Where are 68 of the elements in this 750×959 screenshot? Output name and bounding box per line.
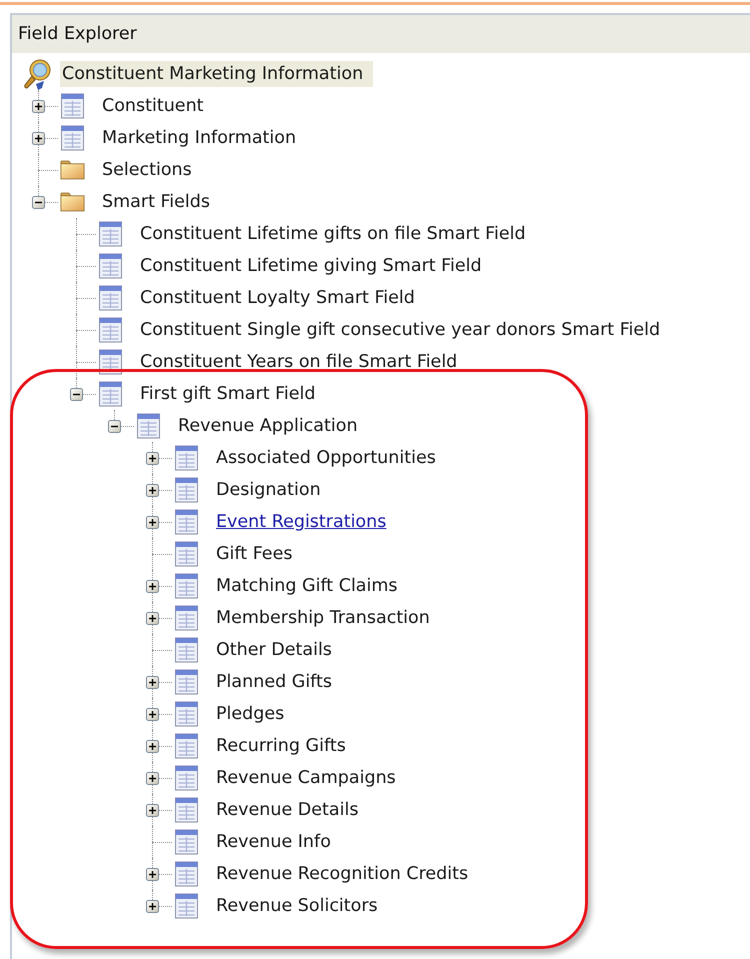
expand-icon[interactable]	[32, 100, 45, 113]
tree-item[interactable]: Revenue Info	[214, 829, 335, 855]
tree-item[interactable]: Marketing Information	[100, 125, 300, 151]
expand-icon[interactable]	[146, 868, 159, 881]
table-icon	[174, 509, 199, 535]
expand-icon[interactable]	[146, 740, 159, 753]
table-icon	[174, 445, 199, 471]
tree-item[interactable]: Constituent	[100, 93, 208, 119]
tree-item[interactable]: Constituent Loyalty Smart Field	[138, 285, 419, 311]
expand-icon[interactable]	[146, 708, 159, 721]
table-icon	[136, 413, 161, 439]
tree-item[interactable]: Constituent Single gift consecutive year donors Smart Field	[138, 317, 664, 343]
table-icon	[174, 541, 199, 567]
tree-item[interactable]: Matching Gift Claims	[214, 573, 402, 599]
tree-item[interactable]: Membership Transaction	[214, 605, 434, 631]
collapse-icon[interactable]	[70, 388, 83, 401]
tree-item[interactable]: Other Details	[214, 637, 336, 663]
tree-item[interactable]: Constituent Years on file Smart Field	[138, 349, 462, 375]
table-icon	[98, 317, 123, 343]
panel-title: Field Explorer	[18, 24, 137, 44]
table-icon	[174, 797, 199, 823]
tree-item[interactable]: Constituent Lifetime gifts on file Smart Field	[138, 221, 530, 247]
expand-icon[interactable]	[146, 772, 159, 785]
tree-item[interactable]: Associated Opportunities	[214, 445, 440, 471]
expand-icon[interactable]	[146, 516, 159, 529]
expand-icon[interactable]	[32, 132, 45, 145]
table-icon	[174, 829, 199, 855]
table-icon	[98, 221, 123, 247]
table-icon	[60, 125, 85, 151]
expand-icon[interactable]	[146, 804, 159, 817]
expand-icon[interactable]	[146, 676, 159, 689]
tree-item[interactable]: Revenue Recognition Credits	[214, 861, 472, 887]
table-icon	[98, 285, 123, 311]
tree-item[interactable]: Pledges	[214, 701, 288, 727]
tree-item[interactable]: First gift Smart Field	[138, 381, 320, 407]
table-icon	[174, 733, 199, 759]
tree-item[interactable]: Constituent Marketing Information	[60, 61, 374, 87]
tree-item[interactable]: Constituent Lifetime giving Smart Field	[138, 253, 486, 279]
table-icon	[174, 477, 199, 503]
table-icon	[174, 669, 199, 695]
tree-item[interactable]: Recurring Gifts	[214, 733, 350, 759]
tree-item[interactable]: Planned Gifts	[214, 669, 336, 695]
expand-icon[interactable]	[146, 580, 159, 593]
expand-icon[interactable]	[146, 452, 159, 465]
table-icon	[174, 573, 199, 599]
tree-item[interactable]: Revenue Details	[214, 797, 362, 823]
table-icon	[174, 605, 199, 631]
table-icon	[174, 893, 199, 919]
table-icon	[174, 637, 199, 663]
table-icon	[174, 861, 199, 887]
expand-icon[interactable]	[146, 900, 159, 913]
collapse-icon[interactable]	[108, 420, 121, 433]
tree-item[interactable]: Gift Fees	[214, 541, 296, 567]
tree-item[interactable]: Revenue Application	[176, 413, 362, 439]
expand-icon[interactable]	[146, 612, 159, 625]
tree-item-link[interactable]: Event Registrations	[214, 509, 390, 535]
table-icon	[174, 701, 199, 727]
tree-item[interactable]: Revenue Campaigns	[214, 765, 400, 791]
table-icon	[60, 93, 85, 119]
tree-item[interactable]: Designation	[214, 477, 325, 503]
tree-item[interactable]: Revenue Solicitors	[214, 893, 382, 919]
collapse-icon[interactable]	[32, 196, 45, 209]
table-icon	[174, 765, 199, 791]
table-icon	[98, 253, 123, 279]
table-icon	[98, 381, 123, 407]
expand-icon[interactable]	[146, 484, 159, 497]
tree-item[interactable]: Selections	[100, 157, 196, 183]
tree-item[interactable]: Smart Fields	[100, 189, 214, 215]
